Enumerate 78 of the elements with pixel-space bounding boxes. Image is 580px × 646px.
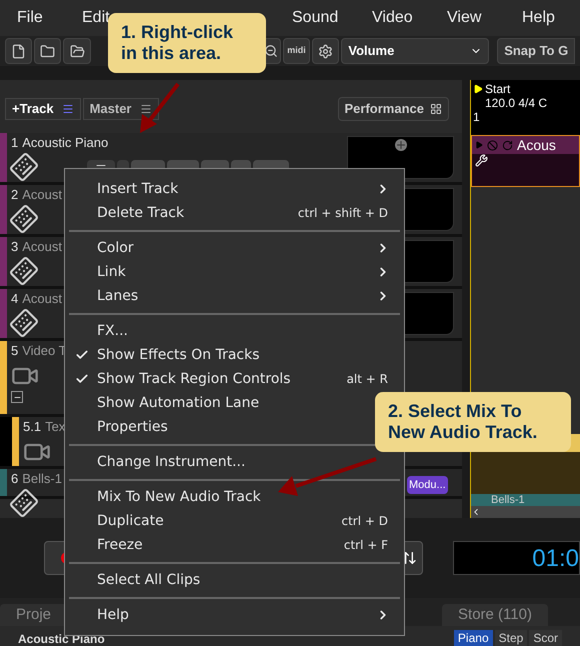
track-number: 5 xyxy=(11,343,18,359)
arrow xyxy=(140,82,180,133)
track-name: Acoust xyxy=(22,291,62,307)
instruction-tooltip: 1. Right-click in this area. xyxy=(108,13,266,73)
editor-tab[interactable]: Piano xyxy=(454,630,493,646)
shortcut-label: alt + R xyxy=(346,371,388,388)
toolbar-button[interactable] xyxy=(63,38,91,64)
track-number: 2 xyxy=(11,187,18,203)
add-track-button[interactable]: +Track xyxy=(5,98,81,120)
settings-icon xyxy=(318,44,334,58)
midi-button[interactable]: midi xyxy=(282,38,310,64)
horizontal-scrollbar[interactable] xyxy=(471,506,580,518)
collapse-button[interactable] xyxy=(11,391,23,403)
snap-button[interactable]: Snap To G xyxy=(497,38,576,64)
wrench-icon xyxy=(475,154,488,167)
clip-title: Bells-1 xyxy=(491,494,525,506)
menu-item[interactable]: File xyxy=(17,9,43,26)
marker-title: Start xyxy=(485,82,510,96)
track-number: 6 xyxy=(11,471,18,487)
menu-item[interactable]: Freeze ctrl + F xyxy=(65,533,404,557)
volume-dropdown[interactable]: Volume xyxy=(341,38,490,64)
toolbar-button[interactable] xyxy=(34,38,62,64)
list-icon xyxy=(62,102,74,114)
open-folder-icon xyxy=(70,44,85,58)
track-number: 1 xyxy=(11,135,18,151)
menu-item[interactable]: Duplicate ctrl + D xyxy=(65,509,404,533)
track-number: 5.1 xyxy=(23,419,42,435)
menu-item[interactable]: Color xyxy=(65,236,404,260)
shortcut-label: ctrl + shift + D xyxy=(298,205,388,222)
settings-button[interactable] xyxy=(312,38,340,64)
marker-info: 120.0 4/4 C xyxy=(484,96,548,110)
menu-item[interactable]: Sound xyxy=(292,9,338,26)
clip-title: Acous xyxy=(517,136,556,154)
tab[interactable]: Store (110) xyxy=(442,604,548,626)
menu-item[interactable]: Change Instrument... xyxy=(65,450,404,474)
track-name: Bells-1 xyxy=(22,471,62,487)
track-name: Acoust xyxy=(22,239,62,255)
master-button[interactable]: Master xyxy=(82,98,158,120)
editor-tab[interactable]: Scor xyxy=(529,630,562,646)
shortcut-label: ctrl + D xyxy=(342,513,388,530)
track-number: 3 xyxy=(11,239,18,255)
menu-item[interactable]: Insert Track xyxy=(65,177,404,201)
folder-icon xyxy=(40,44,56,58)
menu-item[interactable]: View xyxy=(447,9,482,26)
track-number: 4 xyxy=(11,291,18,307)
new-file-icon xyxy=(11,44,26,58)
menu-item[interactable]: Show Track Region Controls alt + R xyxy=(65,367,404,391)
menu-item[interactable]: Edit xyxy=(82,9,110,26)
menu-item[interactable]: Mix To New Audio Track xyxy=(65,485,404,509)
menu-item[interactable]: Delete Track ctrl + shift + D xyxy=(65,201,404,225)
grid-icon xyxy=(430,102,442,114)
menu-item[interactable]: Video xyxy=(372,9,413,26)
menu-item[interactable]: Link xyxy=(65,260,404,284)
menu-item[interactable]: Help xyxy=(65,603,404,627)
menu-item[interactable]: Show Effects On Tracks xyxy=(65,343,404,367)
menu-item[interactable]: Lanes xyxy=(65,284,404,308)
modulation-button[interactable]: Modu... xyxy=(407,476,448,494)
editor-tab[interactable]: Step xyxy=(494,630,528,646)
add-icon xyxy=(394,139,406,151)
zoom-out-icon xyxy=(264,44,278,58)
bar-number: 1 xyxy=(473,110,481,124)
play-icon xyxy=(475,141,483,149)
shortcut-label: ctrl + F xyxy=(344,537,388,554)
flag-icon xyxy=(473,84,483,94)
track-name: Tex xyxy=(45,419,66,435)
track-name: Acoust xyxy=(22,187,62,203)
menu-item[interactable]: Help xyxy=(522,9,555,26)
menu-item[interactable]: FX... xyxy=(65,319,404,343)
menu-item[interactable]: Select All Clips xyxy=(65,568,404,592)
instruction-tooltip: 2. Select Mix To New Audio Track. xyxy=(375,392,571,452)
toolbar-button[interactable] xyxy=(5,38,32,64)
track-name: Acoustic Piano xyxy=(22,135,108,151)
performance-button[interactable]: Performance xyxy=(338,96,449,120)
time-display: 01:0 xyxy=(453,541,580,575)
track-indent xyxy=(0,417,12,466)
loop-icon xyxy=(502,140,513,150)
list-icon xyxy=(140,102,152,114)
mute-icon xyxy=(487,140,498,150)
